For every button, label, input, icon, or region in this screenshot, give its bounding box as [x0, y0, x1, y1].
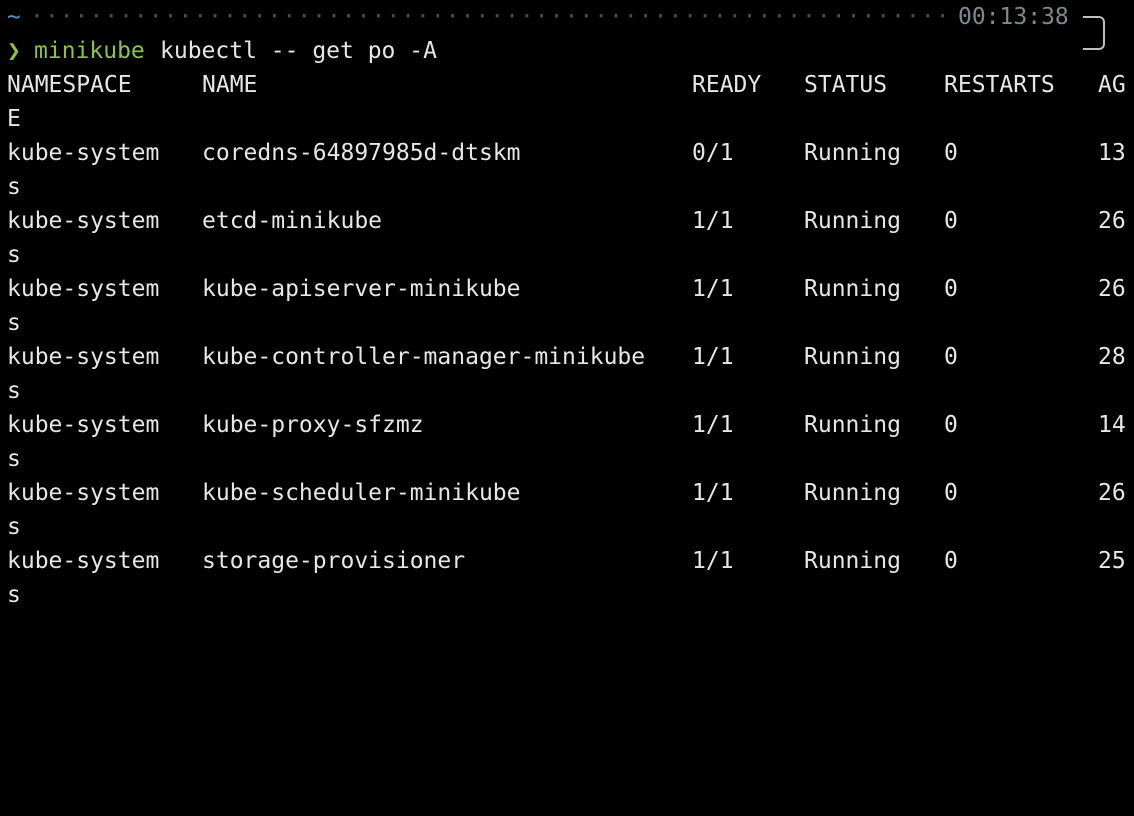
prompt-status-line: ~ ······································…	[0, 0, 1069, 34]
row-age: 25	[1098, 548, 1126, 574]
row-age: 26	[1098, 208, 1126, 234]
row-wrap-line: s	[0, 306, 55, 340]
row-ready: 1/1	[692, 412, 734, 438]
row-restarts: 0	[944, 548, 958, 574]
table-row: kube-system kube-scheduler-minikube 1/1 …	[0, 476, 1126, 510]
row-wrap-line: s	[0, 578, 55, 612]
row-name: kube-proxy-sfzmz	[202, 412, 424, 438]
row-age-wrap: s	[7, 378, 21, 404]
home-directory-indicator: ~	[7, 4, 21, 30]
row-status: Running	[804, 208, 901, 234]
row-namespace: kube-system	[7, 344, 160, 370]
row-ready: 1/1	[692, 344, 734, 370]
row-status: Running	[804, 344, 901, 370]
row-wrap-line: s	[0, 442, 55, 476]
prompt-bracket	[1083, 16, 1105, 50]
row-namespace: kube-system	[7, 480, 160, 506]
table-row: kube-system kube-proxy-sfzmz 1/1 Running…	[0, 408, 1126, 442]
header-restarts: RESTARTS	[944, 72, 1055, 98]
row-age: 26	[1098, 480, 1126, 506]
row-name: storage-provisioner	[202, 548, 466, 574]
row-ready: 0/1	[692, 140, 734, 166]
row-age-wrap: s	[7, 582, 21, 608]
prompt-clock: 00:13:38	[958, 4, 1069, 30]
table-row: kube-system etcd-minikube 1/1 Running 0 …	[0, 204, 1126, 238]
row-age-wrap: s	[7, 310, 21, 336]
row-name: kube-apiserver-minikube	[202, 276, 521, 302]
row-namespace: kube-system	[7, 208, 160, 234]
kube-context: minikube	[34, 38, 145, 64]
table-header: NAMESPACE NAME READY STATUS RESTARTS AG	[0, 68, 1126, 102]
row-restarts: 0	[944, 276, 958, 302]
row-namespace: kube-system	[7, 276, 160, 302]
header-ready: READY	[692, 72, 762, 98]
row-status: Running	[804, 480, 901, 506]
header-name: NAME	[202, 72, 258, 98]
row-age-wrap: s	[7, 242, 21, 268]
row-restarts: 0	[944, 208, 958, 234]
prompt-filler-dots: ········································…	[30, 4, 950, 30]
row-age-wrap: s	[7, 446, 21, 472]
row-restarts: 0	[944, 480, 958, 506]
row-status: Running	[804, 140, 901, 166]
row-age-wrap: s	[7, 174, 21, 200]
row-age: 28	[1098, 344, 1126, 370]
row-age: 14	[1098, 412, 1126, 438]
row-name: kube-scheduler-minikube	[202, 480, 521, 506]
row-status: Running	[804, 276, 901, 302]
row-name: coredns-64897985d-dtskm	[202, 140, 521, 166]
table-row: kube-system kube-apiserver-minikube 1/1 …	[0, 272, 1126, 306]
row-name: etcd-minikube	[202, 208, 383, 234]
row-restarts: 0	[944, 412, 958, 438]
row-ready: 1/1	[692, 276, 734, 302]
table-row: kube-system kube-controller-manager-mini…	[0, 340, 1126, 374]
row-restarts: 0	[944, 344, 958, 370]
row-wrap-line: s	[0, 170, 55, 204]
header-age: AG	[1098, 72, 1126, 98]
row-status: Running	[804, 412, 901, 438]
row-age: 13	[1098, 140, 1126, 166]
row-namespace: kube-system	[7, 412, 160, 438]
row-name: kube-controller-manager-minikube	[202, 344, 646, 370]
header-age-wrap: E	[7, 106, 21, 132]
row-age: 26	[1098, 276, 1126, 302]
row-wrap-line: s	[0, 510, 55, 544]
prompt-arrow-icon: ❯	[7, 38, 21, 64]
command-line[interactable]: ❯ minikube kubectl -- get po -A	[0, 34, 437, 68]
header-wrap-line: E	[0, 102, 55, 136]
row-ready: 1/1	[692, 480, 734, 506]
row-namespace: kube-system	[7, 140, 160, 166]
row-wrap-line: s	[0, 238, 55, 272]
header-namespace: NAMESPACE	[7, 72, 132, 98]
command-text[interactable]: kubectl -- get po -A	[160, 34, 437, 68]
header-status: STATUS	[804, 72, 888, 98]
row-status: Running	[804, 548, 901, 574]
row-ready: 1/1	[692, 208, 734, 234]
row-namespace: kube-system	[7, 548, 160, 574]
row-age-wrap: s	[7, 514, 21, 540]
table-row: kube-system storage-provisioner 1/1 Runn…	[0, 544, 1126, 578]
table-row: kube-system coredns-64897985d-dtskm 0/1 …	[0, 136, 1126, 170]
row-restarts: 0	[944, 140, 958, 166]
row-wrap-line: s	[0, 374, 55, 408]
row-ready: 1/1	[692, 548, 734, 574]
